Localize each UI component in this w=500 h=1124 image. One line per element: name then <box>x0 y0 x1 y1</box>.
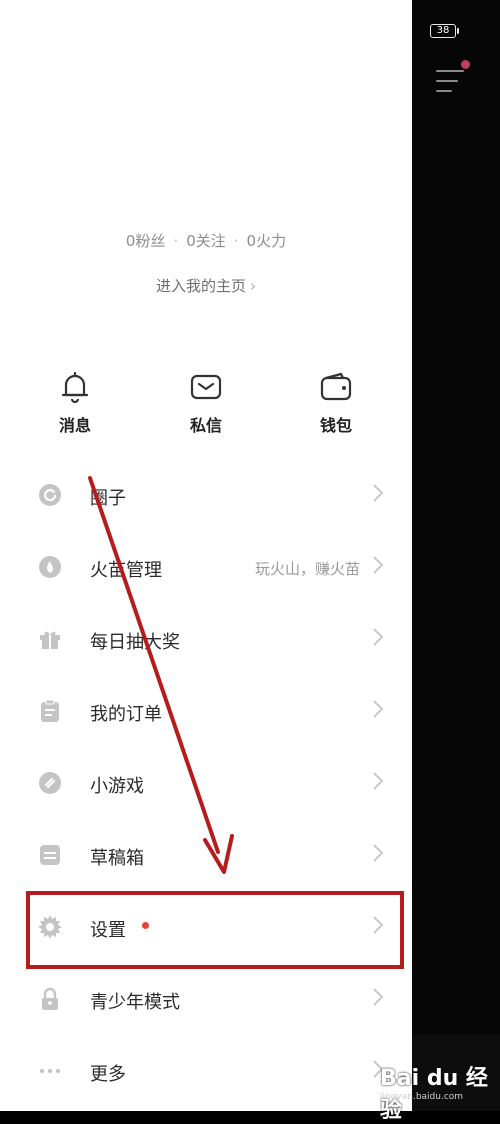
baidu-watermark: Bai du 经验 jingyan.baidu.com <box>378 1048 498 1123</box>
annotation-arrow <box>88 476 234 874</box>
watermark-url: jingyan.baidu.com <box>380 1092 464 1102</box>
